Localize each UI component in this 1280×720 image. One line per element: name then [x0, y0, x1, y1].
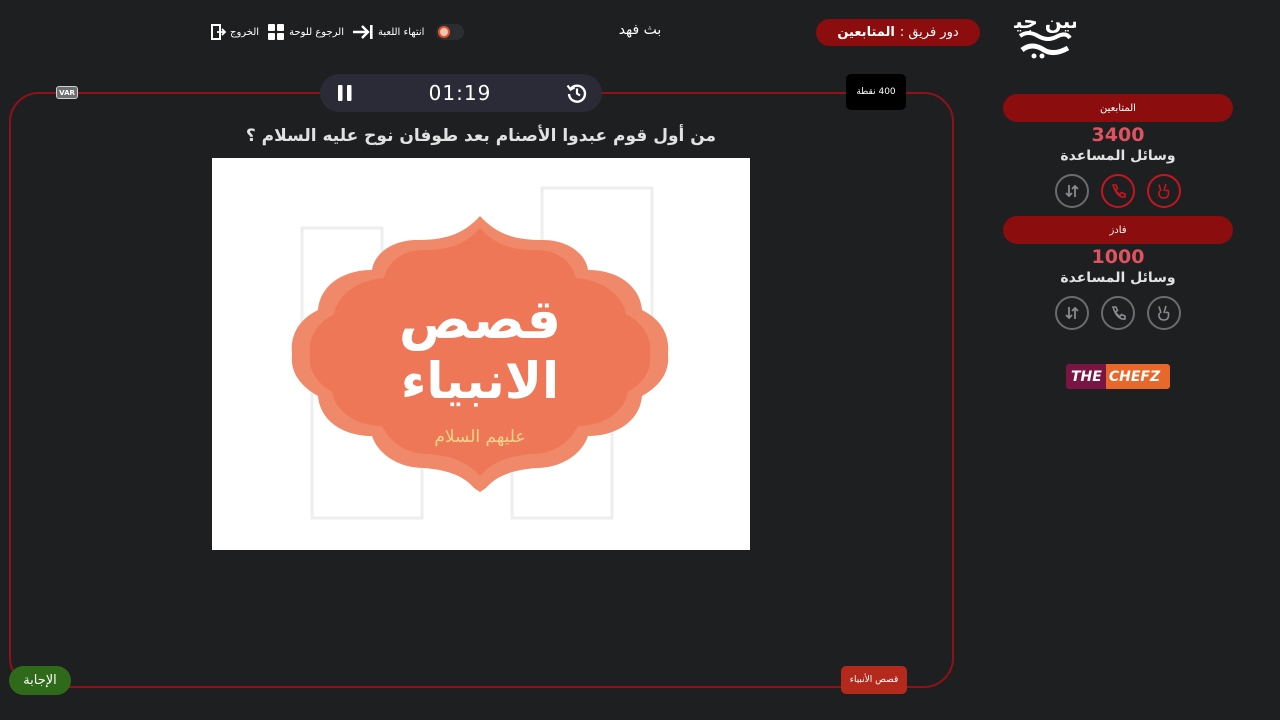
var-badge[interactable]: VAR	[56, 86, 78, 99]
question-image: قصص الانبياء عليهم السلام	[212, 158, 750, 550]
timer-value: 01:19	[428, 81, 492, 105]
team-1-double-helper[interactable]	[1147, 174, 1181, 208]
pause-icon[interactable]	[336, 83, 354, 103]
team-2-swap-helper[interactable]	[1055, 296, 1089, 330]
prophets-stories-illustration: قصص الانبياء عليهم السلام	[291, 186, 669, 520]
victory-hand-icon	[1158, 183, 1170, 199]
team-1-helpers-title: وسائل المساعدة	[1060, 148, 1176, 164]
team-2-helpers-title: وسائل المساعدة	[1060, 270, 1176, 286]
phone-icon	[1111, 184, 1126, 198]
sin-jeem-logo: سين جيم	[1014, 9, 1076, 59]
exit-button[interactable]: الخروج	[208, 23, 259, 41]
sponsor-part2: CHEFZ	[1105, 364, 1170, 389]
top-actions: الخروج الرجوع للوحة انتهاء اللعبة	[208, 22, 465, 42]
phone-icon	[1111, 306, 1126, 320]
back-to-board-label: الرجوع للوحة	[289, 26, 344, 38]
swap-arrows-icon	[1065, 306, 1079, 320]
team-turn-label: دور فريق :	[899, 25, 959, 40]
timer-bar: 01:19	[320, 74, 602, 112]
end-game-button[interactable]: انتهاء اللعبة	[352, 23, 424, 41]
team-1-helpers	[1055, 174, 1181, 208]
exit-label: الخروج	[230, 26, 260, 38]
team-1-name-bar: المتابعين	[1003, 94, 1233, 122]
broadcaster-name: بث فهد	[618, 22, 662, 38]
image-title-line2: الانبياء	[401, 352, 559, 410]
team-1-swap-helper[interactable]	[1055, 174, 1089, 208]
points-badge: 400 نقطة	[846, 74, 906, 110]
grid-icon	[268, 24, 285, 40]
end-game-label: انتهاء اللعبة	[378, 26, 425, 38]
team-2-call-helper[interactable]	[1101, 296, 1135, 330]
logo-text: سين جيم	[1014, 9, 1076, 33]
reset-timer-icon[interactable]	[566, 82, 588, 104]
team-turn-name: المتابعين	[837, 25, 895, 40]
answer-button[interactable]: الإجابة	[9, 666, 71, 695]
image-subtitle: عليهم السلام	[434, 427, 525, 447]
question-text: من أول قوم عبدوا الأصنام بعد طوفان نوح ع…	[245, 126, 717, 146]
team-2-name-bar: فادز	[1003, 216, 1233, 244]
back-to-board-button[interactable]: الرجوع للوحة	[267, 23, 344, 41]
arrow-to-line-icon	[353, 25, 373, 39]
team-2-score: 1000	[1091, 246, 1145, 268]
team-1-score: 3400	[1091, 124, 1145, 146]
sound-toggle[interactable]	[436, 24, 465, 40]
sponsor-logo: THE CHEFZ	[1066, 364, 1170, 389]
exit-door-icon	[211, 24, 226, 40]
image-title-line1: قصص	[399, 288, 561, 352]
team-1-call-helper[interactable]	[1101, 174, 1135, 208]
swap-arrows-icon	[1065, 184, 1079, 198]
toggle-knob	[438, 26, 451, 38]
team-turn-indicator: دور فريق : المتابعين	[816, 19, 980, 46]
team-2-helpers	[1055, 296, 1181, 330]
sponsor-part1: THE	[1066, 364, 1106, 389]
category-tag: قصص الأنبياء	[841, 666, 907, 694]
victory-hand-icon	[1158, 305, 1170, 321]
team-2-double-helper[interactable]	[1147, 296, 1181, 330]
